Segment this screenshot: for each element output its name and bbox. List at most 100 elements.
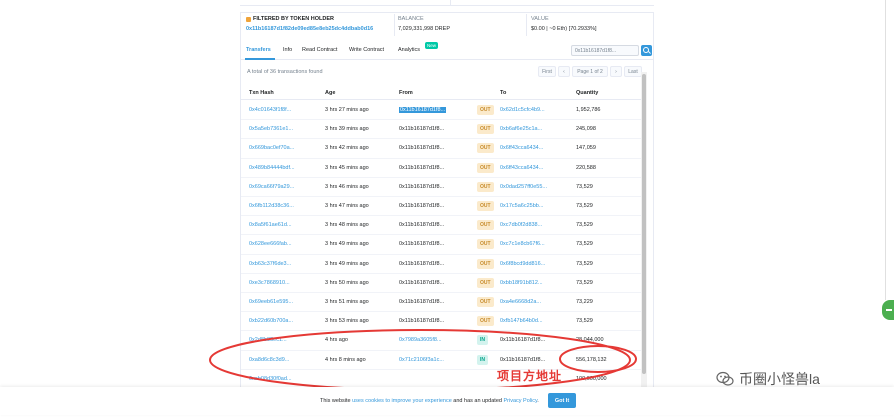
col-to: To	[500, 90, 507, 96]
direction-badge: OUT	[477, 201, 494, 211]
from-address[interactable]: 0x11b16187d1f8...	[399, 145, 444, 151]
to-address[interactable]: 0xbb18f91b812...	[500, 280, 543, 286]
to-address[interactable]: 0x0dad257ff0e55...	[500, 184, 547, 190]
table-row: 0x6fb112d38c36... 3 hrs 47 mins ago 0x11b1…	[241, 197, 641, 217]
txn-hash-link[interactable]: 0x669bac0ef70a...	[249, 145, 294, 151]
cookie-link[interactable]: uses cookies to improve your experience	[352, 398, 452, 404]
tab-write-contract[interactable]: Write Contract	[349, 47, 384, 53]
table-row: 0x669bac0ef70a... 3 hrs 42 mins ago 0x11b1…	[241, 139, 641, 159]
quantity-value: 245,098	[576, 126, 596, 133]
table-row: 0x489b84444bdf... 3 hrs 45 mins ago 0x11b1…	[241, 159, 641, 178]
from-address[interactable]: 0x11b16187d1f8...	[399, 280, 444, 286]
to-address[interactable]: 0x17c5a6c25bb...	[500, 203, 543, 209]
txn-hash-link[interactable]: 0x69ca66f79a29...	[249, 184, 294, 190]
from-address[interactable]: 0x11b16187d1f8...	[399, 299, 444, 305]
txn-age: 3 hrs 47 mins ago	[325, 203, 369, 209]
txn-hash-link[interactable]: 0xe3c7868910...	[249, 280, 290, 286]
table-row: 0x4c01643f1f8f... 3 hrs 27 mins ago 0x11b1…	[241, 101, 641, 121]
to-address[interactable]: 0x6ff43cca6434...	[500, 165, 543, 171]
header-separator	[394, 14, 395, 36]
watermark: 币圈小怪兽la	[716, 369, 820, 389]
tab-read-contract[interactable]: Read Contract	[302, 47, 337, 53]
to-address[interactable]: 0xa4e6668d2a...	[500, 299, 541, 305]
txn-age: 3 hrs 39 mins ago	[325, 126, 369, 133]
to-address[interactable]: 0x62d1c5cfc4b9...	[500, 107, 545, 113]
txn-age: 3 hrs 49 mins ago	[325, 260, 369, 267]
table-header: Txn Hash Age From To Quantity	[241, 86, 641, 100]
txn-hash-link[interactable]: 0x8a5f61ae61d...	[249, 222, 292, 228]
direction-badge: OUT	[477, 239, 494, 250]
from-address[interactable]: 0x11b16187d1f8...	[399, 126, 444, 132]
table-row: 0xb63c37f6de3... 3 hrs 49 mins ago 0x11b16…	[241, 255, 641, 274]
tab-bar: Transfers Info Read Contract Write Contr…	[241, 42, 653, 60]
tab-analytics[interactable]: Analytics	[398, 47, 420, 53]
pager-first-button[interactable]: First	[538, 66, 556, 77]
txn-hash-link[interactable]: 0x4c01643f1f8f...	[249, 107, 291, 113]
to-address[interactable]: 0xc7c1e8cb67f6...	[500, 241, 545, 247]
direction-badge: OUT	[477, 277, 494, 288]
tab-info[interactable]: Info	[283, 47, 292, 53]
to-address[interactable]: 0x6ff43cca6434...	[500, 145, 543, 151]
from-address[interactable]: 0x11b16187d1f8...	[399, 241, 444, 247]
quantity-value: 73,529	[576, 279, 593, 286]
from-address[interactable]: 0x11b16187d1f8...	[399, 184, 444, 190]
direction-badge: OUT	[477, 297, 494, 307]
holder-label: FILTERED BY TOKEN HOLDER	[246, 16, 396, 22]
from-address[interactable]: 0x11b16187d1f8...	[399, 222, 444, 228]
txn-age: 3 hrs 50 mins ago	[325, 279, 369, 286]
table-row: 0x69eeb61e595... 3 hrs 51 mins ago 0x11b16…	[241, 293, 641, 313]
tab-transfers[interactable]: Transfers	[246, 47, 271, 53]
to-address[interactable]: 0xb6af6e25c1a...	[500, 126, 542, 132]
side-widget-icon[interactable]	[882, 300, 894, 320]
value-block: VALUE $0.00 | ~0 Eth) [70.2933%]	[531, 16, 597, 32]
from-address[interactable]: 0x11b16187d1f8...	[399, 203, 444, 209]
txn-age: 3 hrs 46 mins ago	[325, 183, 369, 190]
search-icon[interactable]	[641, 45, 652, 56]
address-filter-input[interactable]: 0x11b16187d1f8...	[571, 45, 639, 56]
quantity-value: 73,529	[576, 183, 593, 190]
quantity-value: 220,588	[576, 164, 596, 171]
from-address[interactable]: 0x11b16187d1f8...	[399, 107, 447, 113]
txn-age: 3 hrs 51 mins ago	[325, 299, 369, 305]
direction-badge: OUT	[477, 258, 494, 269]
total-transactions-text: A total of 36 transactions found	[247, 69, 323, 75]
cookie-message: This website uses cookies to improve you…	[320, 398, 539, 404]
pager-next-button[interactable]: ›	[610, 66, 622, 77]
table-row: 0x69ca66f79a29... 3 hrs 46 mins ago 0x11b1…	[241, 178, 641, 197]
pager-last-button[interactable]: Last	[624, 66, 642, 77]
annotation-text: 项目方地址	[497, 369, 563, 383]
txn-hash-link[interactable]: 0x6fb112d38c36...	[249, 203, 294, 209]
txn-age: 3 hrs 42 mins ago	[325, 145, 369, 152]
from-address[interactable]: 0x11b16187d1f8...	[399, 261, 444, 267]
holder-address[interactable]: 0x11b16187d1f82de09ed85e8eb25dc4ddbab0d1…	[246, 26, 396, 32]
privacy-policy-link[interactable]: Privacy Policy	[503, 398, 537, 404]
quantity-value: 73,529	[576, 241, 593, 248]
table-row: 0x8a5f61ae61d... 3 hrs 48 mins ago 0x11b16…	[241, 216, 641, 236]
from-address[interactable]: 0x11b16187d1f8...	[399, 165, 444, 171]
page-edge-line	[885, 0, 886, 300]
cookie-text: This website	[320, 398, 353, 404]
pager-prev-button[interactable]: ‹	[558, 66, 570, 77]
balance-label: BALANCE	[398, 16, 424, 22]
cookie-banner: This website uses cookies to improve you…	[0, 387, 894, 415]
col-from: From	[399, 90, 413, 96]
col-age: Age	[325, 90, 336, 96]
txn-hash-link[interactable]: 0x69eeb61e595...	[249, 299, 293, 305]
txn-age: 3 hrs 45 mins ago	[325, 164, 369, 171]
quantity-value: 1,952,786	[576, 107, 601, 113]
direction-badge: OUT	[477, 220, 494, 231]
quantity-value: 73,529	[576, 222, 593, 229]
to-address[interactable]: 0x6f8bcd9dd816...	[500, 261, 545, 267]
txn-hash-link[interactable]: 0x489b84444bdf...	[249, 165, 295, 171]
table-row: 0x628ee666fab... 3 hrs 49 mins ago 0x11b16…	[241, 235, 641, 255]
new-badge: New	[425, 42, 439, 49]
txn-hash-link[interactable]: 0x628ee666fab...	[249, 241, 292, 247]
active-tab-underline	[245, 58, 275, 60]
to-address[interactable]: 0xc7db0f2d838...	[500, 222, 542, 228]
token-holder-block: FILTERED BY TOKEN HOLDER 0x11b16187d1f82…	[246, 16, 396, 32]
pager-page-indicator: Page 1 of 2	[572, 66, 608, 77]
txn-hash-link[interactable]: 0xb63c37f6de3...	[249, 261, 291, 267]
header-separator	[526, 14, 527, 36]
got-it-button[interactable]: Got It	[548, 393, 576, 408]
txn-hash-link[interactable]: 0x5a5eb7361e1...	[249, 126, 293, 132]
